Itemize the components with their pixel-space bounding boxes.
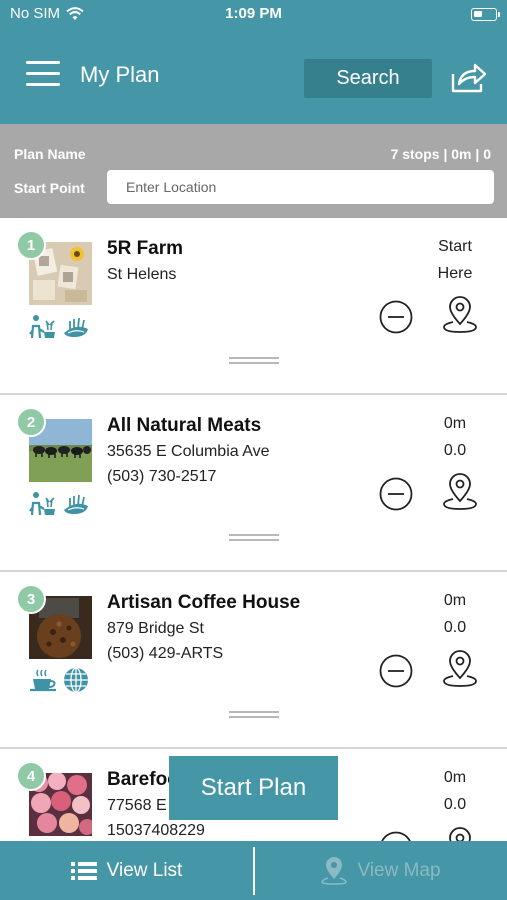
category-icons bbox=[29, 313, 90, 339]
tab-view-list-label: View List bbox=[106, 859, 183, 881]
stop-address: 879 Bridge St bbox=[107, 620, 204, 637]
category-icons bbox=[29, 667, 90, 693]
tab-view-list[interactable]: View List bbox=[0, 841, 253, 900]
plan-info-bar: Plan Name 7 stops | 0m | 0 Start Point bbox=[0, 124, 507, 218]
tab-view-map-label: View Map bbox=[357, 859, 441, 881]
stop-time: 0.0 bbox=[443, 796, 467, 813]
grain-icon bbox=[64, 494, 88, 514]
farm-icon bbox=[29, 315, 55, 339]
stop-distance: 0m bbox=[443, 769, 467, 786]
stop-distance: 0m bbox=[443, 415, 467, 432]
stop-phone[interactable]: (503) 730-2517 bbox=[107, 468, 216, 486]
stop-name: 5R Farm bbox=[107, 238, 184, 259]
stop-time: Here bbox=[437, 265, 473, 282]
bottom-tab-bar: View List View Map bbox=[0, 841, 507, 900]
map-marker-icon bbox=[321, 856, 348, 885]
search-button[interactable]: Search bbox=[304, 59, 432, 98]
stop-item[interactable]: 3 Artisan Coffee House 879 Bridge St (50… bbox=[0, 572, 507, 749]
globe-icon bbox=[64, 667, 88, 693]
stop-address: 35635 E Columbia Ave bbox=[107, 443, 270, 460]
stop-city: St Helens bbox=[107, 266, 177, 283]
map-pin-icon[interactable] bbox=[442, 473, 478, 511]
status-bar: No SIM 1:09 PM bbox=[0, 5, 507, 25]
stop-number-badge: 2 bbox=[16, 407, 46, 437]
map-pin-icon[interactable] bbox=[442, 296, 478, 334]
plan-stats: 7 stops | 0m | 0 bbox=[390, 146, 491, 162]
stop-item[interactable]: 1 5R Farm St Helens Start Here bbox=[0, 218, 507, 395]
stop-item[interactable]: 2 All Natural Meats 35635 E Columbia Ave… bbox=[0, 395, 507, 572]
map-pin-icon[interactable] bbox=[442, 650, 478, 688]
drag-handle[interactable] bbox=[229, 357, 279, 365]
stop-name: Artisan Coffee House bbox=[107, 592, 301, 613]
drag-handle[interactable] bbox=[229, 711, 279, 719]
stop-distance: 0m bbox=[443, 592, 467, 609]
drag-handle[interactable] bbox=[229, 534, 279, 542]
stop-time: 0.0 bbox=[443, 442, 467, 459]
stop-number-badge: 1 bbox=[16, 230, 46, 260]
start-location-input[interactable] bbox=[107, 170, 494, 204]
grain-icon bbox=[64, 317, 88, 337]
menu-icon[interactable] bbox=[26, 61, 60, 87]
status-time: 1:09 PM bbox=[225, 5, 282, 22]
nav-bar: My Plan Search bbox=[0, 52, 507, 102]
remove-stop-icon[interactable] bbox=[379, 477, 413, 511]
header: No SIM 1:09 PM My Plan Search bbox=[0, 0, 507, 124]
stop-distance: Start bbox=[438, 238, 472, 255]
share-icon[interactable] bbox=[450, 60, 488, 94]
list-icon bbox=[70, 861, 97, 880]
app-screen: No SIM 1:09 PM My Plan Search Plan Name … bbox=[0, 0, 507, 900]
page-title: My Plan bbox=[80, 62, 160, 87]
stop-address: 77568 E bbox=[107, 797, 167, 814]
stop-phone[interactable]: (503) 429-ARTS bbox=[107, 645, 223, 663]
remove-stop-icon[interactable] bbox=[379, 654, 413, 688]
tab-view-map[interactable]: View Map bbox=[255, 841, 507, 900]
stop-phone[interactable]: 15037408229 bbox=[107, 822, 205, 840]
start-point-label: Start Point bbox=[14, 180, 85, 196]
farm-icon bbox=[29, 492, 55, 516]
coffee-icon bbox=[30, 669, 56, 692]
start-plan-button[interactable]: Start Plan bbox=[169, 756, 338, 820]
stop-number-badge: 3 bbox=[16, 584, 46, 614]
plan-name-label: Plan Name bbox=[14, 146, 86, 162]
battery-icon bbox=[471, 8, 500, 21]
stop-time: 0.0 bbox=[443, 619, 467, 636]
category-icons bbox=[29, 490, 90, 516]
remove-stop-icon[interactable] bbox=[379, 300, 413, 334]
stop-name: All Natural Meats bbox=[107, 415, 262, 436]
stop-number-badge: 4 bbox=[16, 761, 46, 791]
